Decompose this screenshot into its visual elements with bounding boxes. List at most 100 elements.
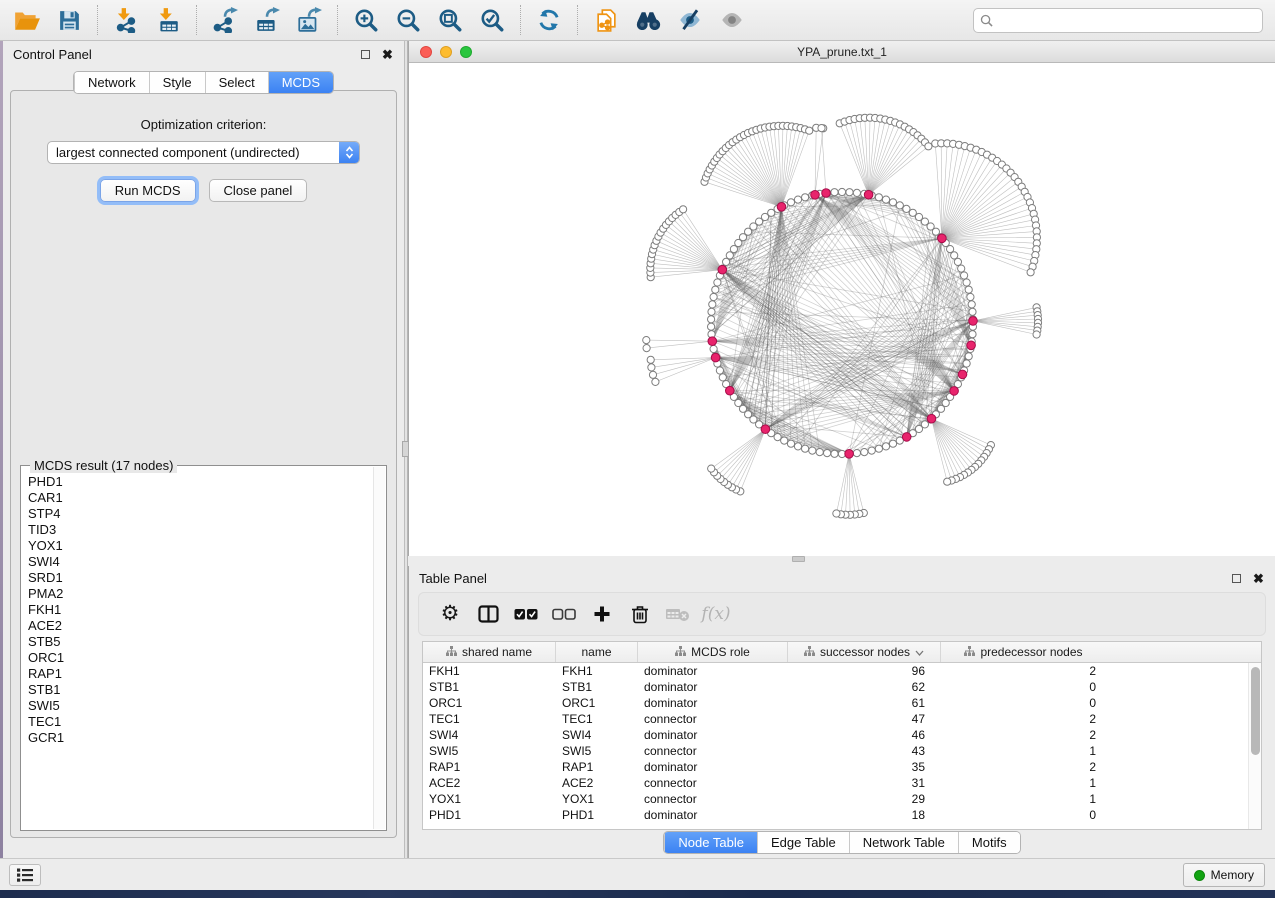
gear-icon: ⚙	[441, 604, 460, 624]
table-row[interactable]: YOX1YOX1connector291	[423, 791, 1261, 807]
export-network-button[interactable]	[204, 3, 246, 37]
delete-columns-button[interactable]	[621, 597, 659, 631]
mcds-result-node[interactable]: SWI4	[28, 554, 372, 570]
task-history-button[interactable]	[9, 864, 41, 886]
cell-predecessor-nodes: 2	[941, 727, 1106, 743]
control-panel-tab[interactable]: Style	[149, 72, 205, 93]
run-mcds-button[interactable]: Run MCDS	[100, 179, 196, 202]
deselect-all-button[interactable]	[545, 597, 583, 631]
float-table-panel-icon[interactable]	[1230, 572, 1243, 585]
network-titlebar[interactable]: YPA_prune.txt_1	[409, 41, 1275, 63]
global-search[interactable]	[973, 8, 1263, 33]
table-row[interactable]: ORC1ORC1dominator610	[423, 695, 1261, 711]
toolbar-separator	[196, 5, 197, 35]
delete-table-button[interactable]	[659, 597, 697, 631]
column-header[interactable]: predecessor nodes	[941, 642, 1106, 662]
table-row[interactable]: ACE2ACE2connector311	[423, 775, 1261, 791]
import-table-button[interactable]	[147, 3, 189, 37]
import-network-button[interactable]	[105, 3, 147, 37]
import-table-icon	[155, 7, 181, 33]
sort-chevron-icon	[915, 645, 924, 659]
plus-icon	[593, 605, 611, 623]
add-column-button[interactable]	[583, 597, 621, 631]
control-panel-tab[interactable]: MCDS	[268, 72, 333, 93]
save-icon	[57, 8, 82, 33]
toolbar-separator	[97, 5, 98, 35]
hide-panel-button[interactable]	[669, 3, 711, 37]
table-tab[interactable]: Edge Table	[757, 832, 849, 853]
maximize-window-icon[interactable]	[460, 46, 472, 58]
mcds-result-node[interactable]: TEC1	[28, 714, 372, 730]
mcds-result-node[interactable]: ACE2	[28, 618, 372, 634]
network-canvas[interactable]	[409, 63, 1275, 556]
mcds-result-node[interactable]: RAP1	[28, 666, 372, 682]
export-image-button[interactable]	[288, 3, 330, 37]
criterion-dropdown[interactable]: largest connected component (undirected)	[47, 141, 360, 164]
mcds-result-node[interactable]: TID3	[28, 522, 372, 538]
show-panel-button[interactable]	[711, 3, 753, 37]
share-document-button[interactable]	[585, 3, 627, 37]
mcds-result-node[interactable]: YOX1	[28, 538, 372, 554]
function-builder-button[interactable]: f(x)	[697, 597, 735, 631]
zoom-out-button[interactable]	[387, 3, 429, 37]
save-session-button[interactable]	[48, 3, 90, 37]
open-session-button[interactable]	[6, 3, 48, 37]
mcds-result-node[interactable]: SWI5	[28, 698, 372, 714]
column-header[interactable]: shared name	[423, 642, 556, 662]
mcds-result-node[interactable]: PMA2	[28, 586, 372, 602]
horizontal-splitter[interactable]	[408, 556, 1275, 566]
table-tab[interactable]: Node Table	[664, 832, 757, 853]
search-input[interactable]	[997, 13, 1256, 29]
table-row[interactable]: RAP1RAP1dominator352	[423, 759, 1261, 775]
result-scrollbar[interactable]	[373, 467, 385, 829]
table-scrollbar-thumb[interactable]	[1251, 667, 1260, 755]
table-row[interactable]: SWI5SWI5connector431	[423, 743, 1261, 759]
zoom-fit-button[interactable]	[429, 3, 471, 37]
memory-button[interactable]: Memory	[1183, 863, 1265, 887]
table-row[interactable]: PHD1PHD1dominator180	[423, 807, 1261, 823]
table-settings-button[interactable]: ⚙	[431, 597, 469, 631]
column-header[interactable]: successor nodes	[788, 642, 941, 662]
mcds-result-node[interactable]: FKH1	[28, 602, 372, 618]
table-scrollbar[interactable]	[1248, 663, 1261, 829]
zoom-selected-button[interactable]	[471, 3, 513, 37]
control-panel-tab[interactable]: Select	[205, 72, 268, 93]
mcds-result-node[interactable]: ORC1	[28, 650, 372, 666]
column-header[interactable]: name	[556, 642, 638, 662]
mcds-result-node[interactable]: STB1	[28, 682, 372, 698]
table-row[interactable]: SWI4SWI4dominator462	[423, 727, 1261, 743]
mcds-result-node[interactable]: STB5	[28, 634, 372, 650]
mcds-tab-content: Optimization criterion: largest connecte…	[10, 90, 397, 838]
float-panel-icon[interactable]	[359, 48, 372, 61]
mcds-result-node[interactable]: STP4	[28, 506, 372, 522]
table-row[interactable]: FKH1FKH1dominator962	[423, 663, 1261, 679]
search-network-button[interactable]	[627, 3, 669, 37]
export-network-icon	[212, 7, 238, 33]
mcds-result-node[interactable]: SRD1	[28, 570, 372, 586]
status-bar: Memory	[0, 858, 1275, 890]
table-toolbar: ⚙	[418, 592, 1266, 636]
mcds-result-node[interactable]: GCR1	[28, 730, 372, 746]
cell-shared-name: ACE2	[423, 775, 556, 791]
close-table-panel-icon[interactable]: ✖	[1252, 572, 1265, 585]
horizontal-splitter-handle[interactable]	[792, 556, 805, 562]
export-table-button[interactable]	[246, 3, 288, 37]
column-header[interactable]: MCDS role	[638, 642, 788, 662]
refresh-button[interactable]	[528, 3, 570, 37]
table-tab[interactable]: Network Table	[849, 832, 958, 853]
table-row[interactable]: STB1STB1dominator620	[423, 679, 1261, 695]
minimize-window-icon[interactable]	[440, 46, 452, 58]
table-row[interactable]: TEC1TEC1connector472	[423, 711, 1261, 727]
select-all-button[interactable]	[507, 597, 545, 631]
memory-status-icon	[1194, 870, 1205, 881]
zoom-in-button[interactable]	[345, 3, 387, 37]
close-window-icon[interactable]	[420, 46, 432, 58]
network-graph[interactable]	[409, 63, 1275, 556]
show-columns-button[interactable]	[469, 597, 507, 631]
mcds-result-node[interactable]: CAR1	[28, 490, 372, 506]
close-mcds-panel-button[interactable]: Close panel	[209, 179, 308, 202]
control-panel-tab[interactable]: Network	[74, 72, 149, 93]
close-panel-icon[interactable]: ✖	[381, 48, 394, 61]
table-tab[interactable]: Motifs	[958, 832, 1020, 853]
mcds-result-node[interactable]: PHD1	[28, 474, 372, 490]
